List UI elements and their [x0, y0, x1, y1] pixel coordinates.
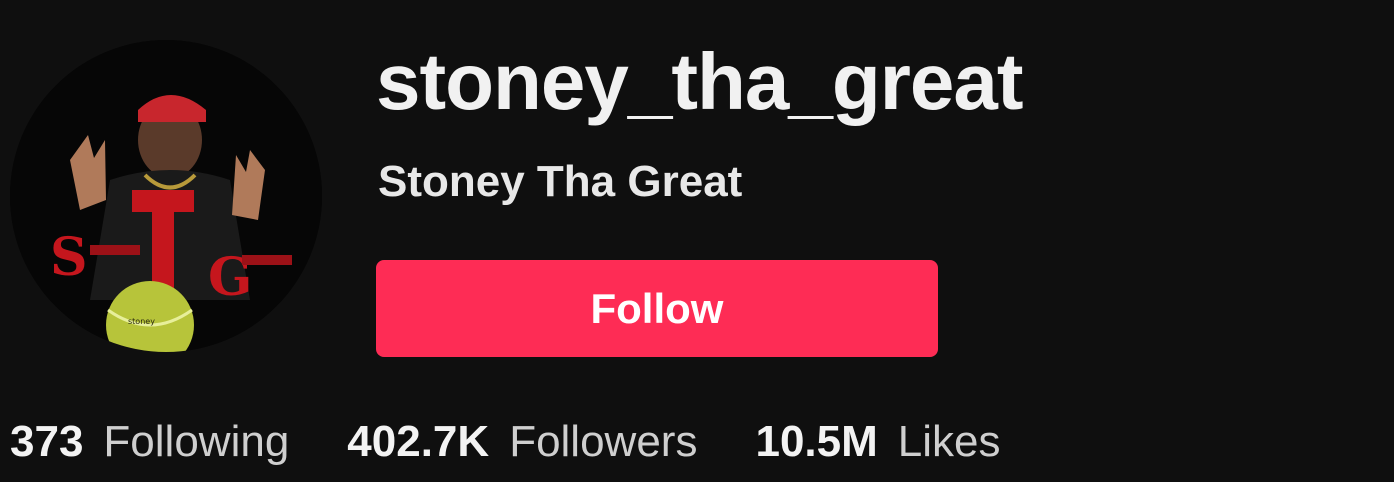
profile-header: S G stoney stoney_tha_great Stoney Tha G… — [0, 0, 1394, 482]
likes-count: 10.5M — [755, 417, 878, 466]
username: stoney_tha_great — [376, 37, 1023, 126]
stat-likes: 10.5M Likes — [755, 420, 1000, 464]
stat-following[interactable]: 373 Following — [10, 420, 289, 464]
profile-stats: 373 Following 402.7K Followers 10.5M Lik… — [10, 420, 1058, 464]
svg-text:S: S — [50, 227, 88, 288]
svg-text:stoney: stoney — [128, 317, 155, 326]
likes-label: Likes — [897, 417, 1001, 466]
stat-followers[interactable]: 402.7K Followers — [347, 420, 697, 464]
following-label: Following — [103, 417, 290, 466]
follow-button-label: Follow — [590, 284, 724, 332]
follow-button[interactable]: Follow — [376, 260, 938, 357]
followers-count: 402.7K — [347, 417, 490, 466]
followers-label: Followers — [509, 417, 698, 466]
avatar-image: S G stoney — [10, 40, 322, 352]
avatar[interactable]: S G stoney — [10, 40, 322, 352]
display-name: Stoney Tha Great — [378, 157, 743, 206]
following-count: 373 — [10, 417, 84, 466]
